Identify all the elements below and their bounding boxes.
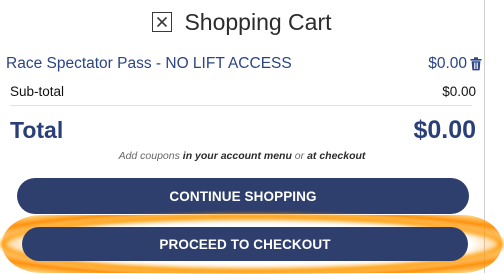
cart-item-row: Race Spectator Pass - NO LIFT ACCESS $0.… [6,53,482,75]
divider [10,105,472,106]
total-value: $0.00 [413,116,476,145]
account-menu-link[interactable]: in your account menu [183,150,292,162]
cart-item-price: $0.00 [428,55,467,73]
total-label: Total [10,117,63,144]
subtotal-label: Sub-total [10,84,64,99]
close-x-glyph [156,16,168,28]
cart-item-name[interactable]: Race Spectator Pass - NO LIFT ACCESS [6,55,292,73]
continue-shopping-button[interactable]: CONTINUE SHOPPING [17,178,469,214]
trash-icon[interactable] [469,56,482,72]
cart-title: Shopping Cart [184,9,331,36]
checkout-link[interactable]: at checkout [307,150,365,162]
subtotal-row: Sub-total $0.00 [10,80,476,102]
cart-header: Shopping Cart [0,4,484,40]
subtotal-value: $0.00 [442,84,476,99]
proceed-to-checkout-button[interactable]: PROCEED TO CHECKOUT [22,227,468,261]
coupon-hint: Add coupons in your account menu or at c… [0,150,484,162]
coupon-middle: or [292,150,307,162]
close-icon[interactable] [152,12,172,32]
total-row: Total $0.00 [10,113,476,147]
coupon-prefix: Add coupons [119,150,183,162]
